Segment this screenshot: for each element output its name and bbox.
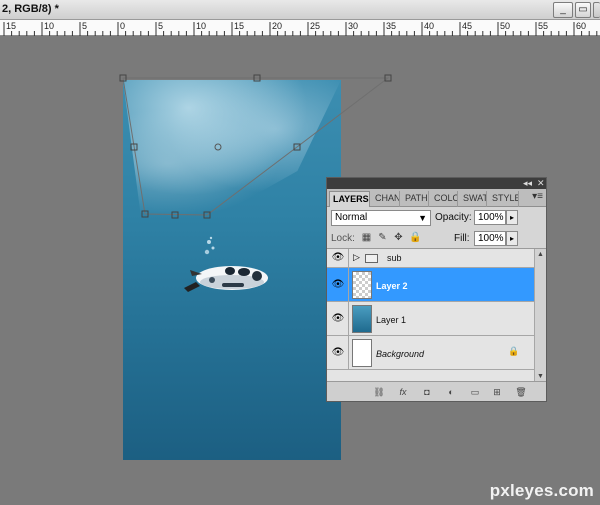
link-icon[interactable]: ⛓: [373, 386, 385, 398]
lock-label: Lock:: [331, 233, 355, 244]
trash-icon[interactable]: 🗑: [515, 386, 527, 398]
watermark: pxleyes.com: [489, 481, 594, 500]
tab-paths[interactable]: PATH: [402, 191, 429, 207]
layer-row-sub[interactable]: 👁 ▷ sub: [327, 249, 534, 268]
layer-name: Layer 2: [376, 281, 408, 291]
tab-layers[interactable]: LAYERS: [329, 191, 370, 207]
lock-fill-row: Lock: ▦ ✎ ✥ 🔒 Fill: 100% ▸: [331, 230, 541, 248]
transform-pivot-icon[interactable]: [214, 143, 222, 151]
layers-scrollbar[interactable]: ▲ ▼: [534, 249, 546, 383]
submarine-image: [184, 266, 268, 292]
row-divider: [348, 249, 349, 267]
lock-position-icon[interactable]: ✥: [393, 232, 404, 243]
row-divider: [348, 336, 349, 369]
fill-label: Fill:: [454, 233, 470, 244]
row-divider: [348, 268, 349, 301]
fx-icon[interactable]: fx: [397, 386, 409, 398]
opacity-label: Opacity:: [435, 212, 472, 223]
folder-icon[interactable]: ▭: [469, 386, 481, 398]
layer-name: sub: [387, 253, 402, 263]
folder-icon: [365, 254, 378, 263]
tab-color[interactable]: COLO: [431, 191, 458, 207]
tab-styles[interactable]: STYLE: [489, 191, 519, 207]
lock-icon: 🔒: [508, 346, 520, 356]
lock-all-icon[interactable]: 🔒: [409, 232, 421, 243]
opacity-input[interactable]: 100%: [474, 210, 506, 225]
row-divider: [348, 302, 349, 335]
layer-name: Layer 1: [376, 315, 407, 325]
eye-icon[interactable]: 👁: [331, 251, 345, 265]
fill-input[interactable]: 100%: [474, 231, 506, 246]
layer-thumbnail: [352, 305, 372, 333]
eye-icon[interactable]: 👁: [331, 312, 345, 326]
lock-transparent-icon[interactable]: ▦: [361, 232, 372, 243]
eye-icon[interactable]: 👁: [331, 346, 345, 360]
tab-channels[interactable]: CHAN: [372, 191, 400, 207]
layer-row-background[interactable]: 👁 Background 🔒: [327, 336, 534, 370]
tab-swatches[interactable]: SWAT: [460, 191, 487, 207]
fill-slider-button[interactable]: ▸: [506, 231, 518, 246]
layer-row-layer-1[interactable]: 👁 Layer 1: [327, 302, 534, 336]
opacity-slider-button[interactable]: ▸: [506, 210, 518, 225]
panel-menu-icon[interactable]: ▾≡: [532, 191, 543, 202]
expand-group-icon[interactable]: ▷: [353, 252, 360, 263]
panel-tabs: LAYERS CHAN PATH COLO SWAT STYLE ▾≡: [327, 189, 546, 207]
panel-footer: ⛓ fx ◘ ◐ ▭ ⊞ 🗑: [327, 381, 546, 401]
layer-name: Background: [376, 349, 425, 359]
lock-image-icon[interactable]: ✎: [377, 232, 388, 243]
blend-mode-select[interactable]: Normal ▼: [331, 210, 431, 226]
layer-row-layer-2[interactable]: 👁 Layer 2: [327, 268, 534, 302]
panel-close-icon[interactable]: ✕: [537, 178, 545, 189]
blend-opacity-row: Normal ▼ Opacity: 100% ▸: [331, 210, 541, 228]
scroll-up-icon[interactable]: ▲: [535, 249, 546, 260]
collapse-panel-icon[interactable]: ◂◂: [523, 178, 532, 189]
mask-icon[interactable]: ◘: [421, 386, 433, 398]
layers-panel: ◂◂ ✕ LAYERS CHAN PATH COLO SWAT STYLE ▾≡…: [326, 177, 547, 402]
chevron-down-icon: ▼: [418, 213, 427, 223]
layer-thumbnail: [352, 339, 372, 367]
layer-thumbnail: [352, 271, 372, 299]
eye-icon[interactable]: 👁: [331, 278, 345, 292]
adjustment-icon[interactable]: ◐: [445, 386, 457, 398]
blend-mode-value: Normal: [335, 212, 368, 223]
panel-header-bar[interactable]: ◂◂ ✕: [327, 178, 546, 189]
layers-list: 👁 ▷ sub 👁 Layer 2 👁 Layer 1 👁 Background: [327, 248, 546, 383]
new-layer-icon[interactable]: ⊞: [491, 386, 503, 398]
